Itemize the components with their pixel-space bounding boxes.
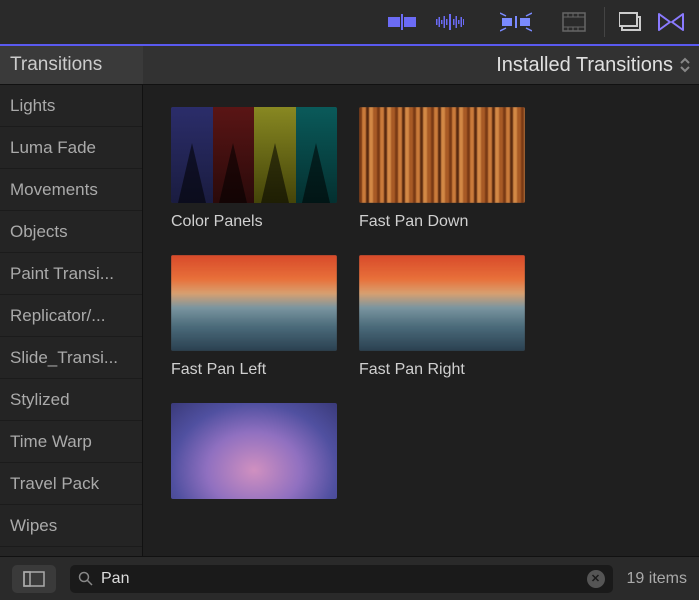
transition-grid: Color Panels Fast Pan Down Fast Pan Left Fa… bbox=[143, 85, 699, 556]
category-sidebar: LightsLuma FadeMovementsObjectsPaint Tra… bbox=[0, 85, 143, 556]
transition-thumbnail[interactable]: Color Panels bbox=[171, 107, 337, 231]
sidebar-item[interactable]: Time Warp bbox=[0, 421, 142, 463]
search-icon bbox=[78, 571, 93, 586]
thumbnail-label: Color Panels bbox=[171, 213, 337, 231]
transition-thumbnail[interactable] bbox=[171, 403, 337, 509]
clear-search-button[interactable]: ✕ bbox=[587, 570, 605, 588]
thumbnail-label: Fast Pan Right bbox=[359, 361, 525, 379]
sidebar-item[interactable]: Replicator/... bbox=[0, 295, 142, 337]
search-field-wrapper: ✕ bbox=[70, 565, 613, 593]
dropdown-label: Installed Transitions bbox=[496, 54, 673, 77]
panel-title: Transitions bbox=[0, 46, 143, 84]
transition-thumbnail[interactable]: Fast Pan Down bbox=[359, 107, 525, 231]
thumbnail-label: Fast Pan Left bbox=[171, 361, 337, 379]
layout-toggle-button[interactable] bbox=[12, 565, 56, 593]
window-icon[interactable] bbox=[611, 0, 651, 45]
sidebar-item[interactable]: Movements bbox=[0, 169, 142, 211]
browser-footer: ✕ 19 items bbox=[0, 556, 699, 600]
audio-levels-icon[interactable] bbox=[426, 0, 474, 45]
thumbnail-preview bbox=[171, 107, 337, 203]
thumbnail-preview bbox=[171, 403, 337, 499]
transition-thumbnail[interactable]: Fast Pan Right bbox=[359, 255, 525, 379]
thumbnail-label: Fast Pan Down bbox=[359, 213, 525, 231]
sidebar-item[interactable]: Travel Pack bbox=[0, 463, 142, 505]
sidebar-item[interactable]: Paint Transi... bbox=[0, 253, 142, 295]
item-count-label: 19 items bbox=[627, 570, 687, 588]
filmstrip-icon[interactable] bbox=[550, 0, 598, 45]
thumbnail-preview bbox=[359, 255, 525, 351]
sidebar-item[interactable]: Slide_Transi... bbox=[0, 337, 142, 379]
top-toolbar bbox=[0, 0, 699, 46]
search-input[interactable] bbox=[101, 570, 579, 588]
transition-icon[interactable] bbox=[492, 0, 540, 45]
bowtie-icon[interactable] bbox=[651, 0, 691, 45]
sidebar-item[interactable]: Wipes bbox=[0, 505, 142, 547]
thumbnail-preview bbox=[171, 255, 337, 351]
sidebar-item[interactable]: Stylized bbox=[0, 379, 142, 421]
chevron-updown-icon bbox=[679, 56, 691, 74]
transition-thumbnail[interactable]: Fast Pan Left bbox=[171, 255, 337, 379]
thumbnail-preview bbox=[359, 107, 525, 203]
sidebar-item[interactable]: Lights bbox=[0, 85, 142, 127]
clip-overlap-icon[interactable] bbox=[378, 0, 426, 45]
sidebar-item[interactable]: Luma Fade bbox=[0, 127, 142, 169]
browser-header: Transitions Installed Transitions bbox=[0, 46, 699, 85]
sidebar-item[interactable]: Objects bbox=[0, 211, 142, 253]
library-dropdown[interactable]: Installed Transitions bbox=[496, 54, 699, 77]
